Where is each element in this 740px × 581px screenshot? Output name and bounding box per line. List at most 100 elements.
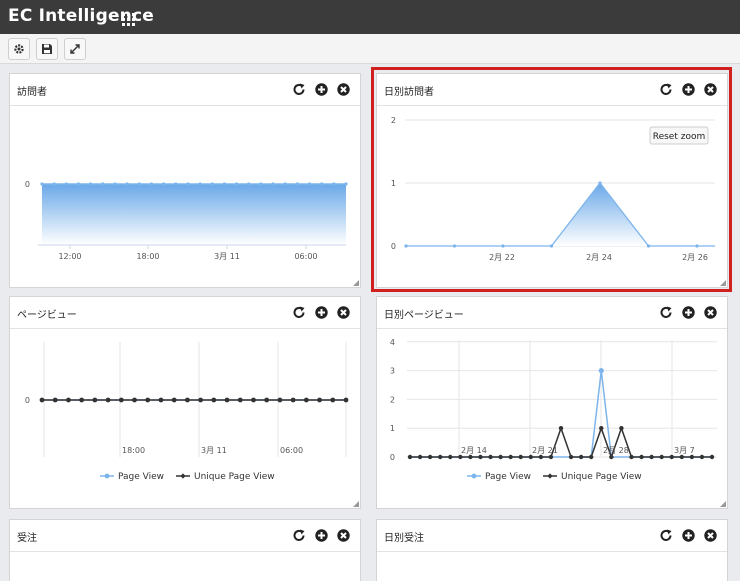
- data-point: [118, 397, 124, 403]
- settings-button[interactable]: [8, 38, 30, 60]
- data-point: [171, 397, 177, 403]
- data-point: [64, 182, 68, 186]
- y-tick-label: 1: [390, 424, 395, 433]
- data-point: [89, 182, 93, 186]
- y-tick-label: 4: [390, 338, 395, 347]
- series-line-page-view: [410, 370, 712, 458]
- data-point: [295, 182, 299, 186]
- data-point: [66, 397, 71, 403]
- add-circle-icon[interactable]: [682, 306, 695, 319]
- data-point: [210, 182, 214, 186]
- panel-daily-visitors: 日別訪問者 0 1 2 2月 22 2月 24 2月 26 Reset zoom: [376, 73, 728, 288]
- data-point-unique-page-view: [558, 426, 564, 431]
- data-point: [198, 182, 202, 186]
- data-point-unique-page-view: [498, 454, 503, 460]
- refresh-icon[interactable]: [660, 306, 673, 319]
- panel-header: ページビュー: [10, 297, 360, 329]
- data-point: [317, 397, 322, 403]
- refresh-icon[interactable]: [660, 529, 673, 542]
- area-fill: [406, 183, 697, 246]
- close-circle-icon[interactable]: [337, 83, 350, 96]
- panel-daily-orders: 日別受注: [376, 519, 728, 581]
- panel-title: 日別受注: [384, 533, 424, 544]
- panel-title: 日別訪問者: [384, 87, 434, 98]
- daily-pageviews-chart: 0 1 2 3 4 2月 14 2月 21 2月 28 3月 7 Page View Unique …: [377, 330, 727, 508]
- visitors-chart: 0 12:00 18:00 3月 11 06:00: [10, 107, 360, 287]
- data-point-unique-page-view: [619, 426, 624, 431]
- panel-pageviews: ページビュー 0 18:00 3月 11 06:00 Page View Unique P…: [9, 296, 361, 509]
- add-circle-icon[interactable]: [682, 529, 695, 542]
- resize-handle[interactable]: [353, 280, 359, 286]
- y-tick-label: 1: [391, 179, 396, 188]
- x-tick-label: 2月 26: [682, 253, 708, 262]
- close-circle-icon[interactable]: [337, 306, 350, 319]
- y-tick-label: 2: [390, 395, 395, 404]
- save-icon: [42, 44, 52, 54]
- data-point-unique-page-view: [689, 454, 695, 460]
- close-circle-icon[interactable]: [704, 83, 717, 96]
- refresh-icon[interactable]: [660, 83, 673, 96]
- data-point-unique-page-view: [407, 454, 413, 460]
- data-point: [320, 182, 324, 186]
- data-point-unique-page-view: [528, 454, 533, 460]
- reset-zoom-label: Reset zoom: [653, 132, 706, 142]
- data-point-unique-page-view: [458, 454, 463, 460]
- data-point: [145, 397, 151, 403]
- fullscreen-button[interactable]: [64, 38, 86, 60]
- legend-label-unique-page-view: Unique Page View: [561, 472, 642, 482]
- save-button[interactable]: [36, 38, 58, 60]
- data-point: [251, 397, 256, 403]
- legend-marker-page-view: [104, 473, 110, 479]
- data-point: [549, 244, 554, 248]
- close-circle-icon[interactable]: [704, 529, 717, 542]
- close-circle-icon[interactable]: [704, 306, 717, 319]
- add-circle-icon[interactable]: [315, 306, 328, 319]
- refresh-icon[interactable]: [293, 83, 306, 96]
- data-point-unique-page-view: [488, 454, 493, 460]
- reset-zoom-button[interactable]: Reset zoom: [649, 126, 709, 145]
- area-fill: [42, 184, 346, 245]
- data-point-unique-page-view: [578, 454, 584, 460]
- refresh-icon[interactable]: [293, 529, 306, 542]
- panel-header: 日別訪問者: [377, 74, 727, 106]
- add-circle-icon[interactable]: [315, 83, 328, 96]
- panel-title: 受注: [17, 533, 37, 544]
- x-tick-label: 06:00: [280, 446, 303, 455]
- x-tick-label: 3月 11: [201, 446, 227, 455]
- x-tick-label: 2月 24: [586, 253, 612, 262]
- data-point-unique-page-view: [568, 454, 574, 460]
- close-circle-icon[interactable]: [337, 529, 350, 542]
- add-circle-icon[interactable]: [315, 529, 328, 542]
- data-point: [695, 244, 699, 248]
- data-point: [113, 182, 117, 186]
- data-point: [132, 397, 137, 403]
- x-tick-label: 18:00: [122, 446, 145, 455]
- panel-daily-pageviews: 日別ページビュー 0 1 2 3 4 2月 14 2月 21 2月 28 3月 7 Page Vi…: [376, 296, 728, 509]
- resize-handle[interactable]: [720, 501, 726, 507]
- x-tick-label: 2月 14: [461, 446, 487, 455]
- apps-grid-icon[interactable]: [122, 11, 135, 30]
- add-circle-icon[interactable]: [682, 83, 695, 96]
- data-point: [259, 182, 263, 186]
- data-point: [332, 182, 336, 186]
- settings-icon: [14, 44, 24, 54]
- data-point-unique-page-view: [679, 454, 684, 460]
- dashboard-toolbar: [0, 34, 740, 64]
- resize-handle[interactable]: [720, 280, 726, 286]
- data-point-unique-page-view: [478, 454, 483, 460]
- data-point-unique-page-view: [609, 454, 614, 460]
- data-point: [237, 397, 243, 403]
- data-point-unique-page-view: [518, 454, 523, 460]
- data-point-unique-page-view: [669, 454, 674, 460]
- x-tick-label: 18:00: [136, 252, 159, 261]
- refresh-icon[interactable]: [293, 306, 306, 319]
- y-tick-label: 3: [390, 367, 395, 376]
- data-point: [343, 397, 349, 403]
- panel-title: ページビュー: [17, 310, 77, 321]
- resize-handle[interactable]: [353, 501, 359, 507]
- data-point-unique-page-view: [649, 454, 654, 460]
- data-point: [247, 182, 251, 186]
- x-tick-label: 2月 21: [532, 446, 558, 455]
- x-tick-label: 2月 22: [489, 253, 515, 262]
- data-point-unique-page-view: [508, 454, 513, 460]
